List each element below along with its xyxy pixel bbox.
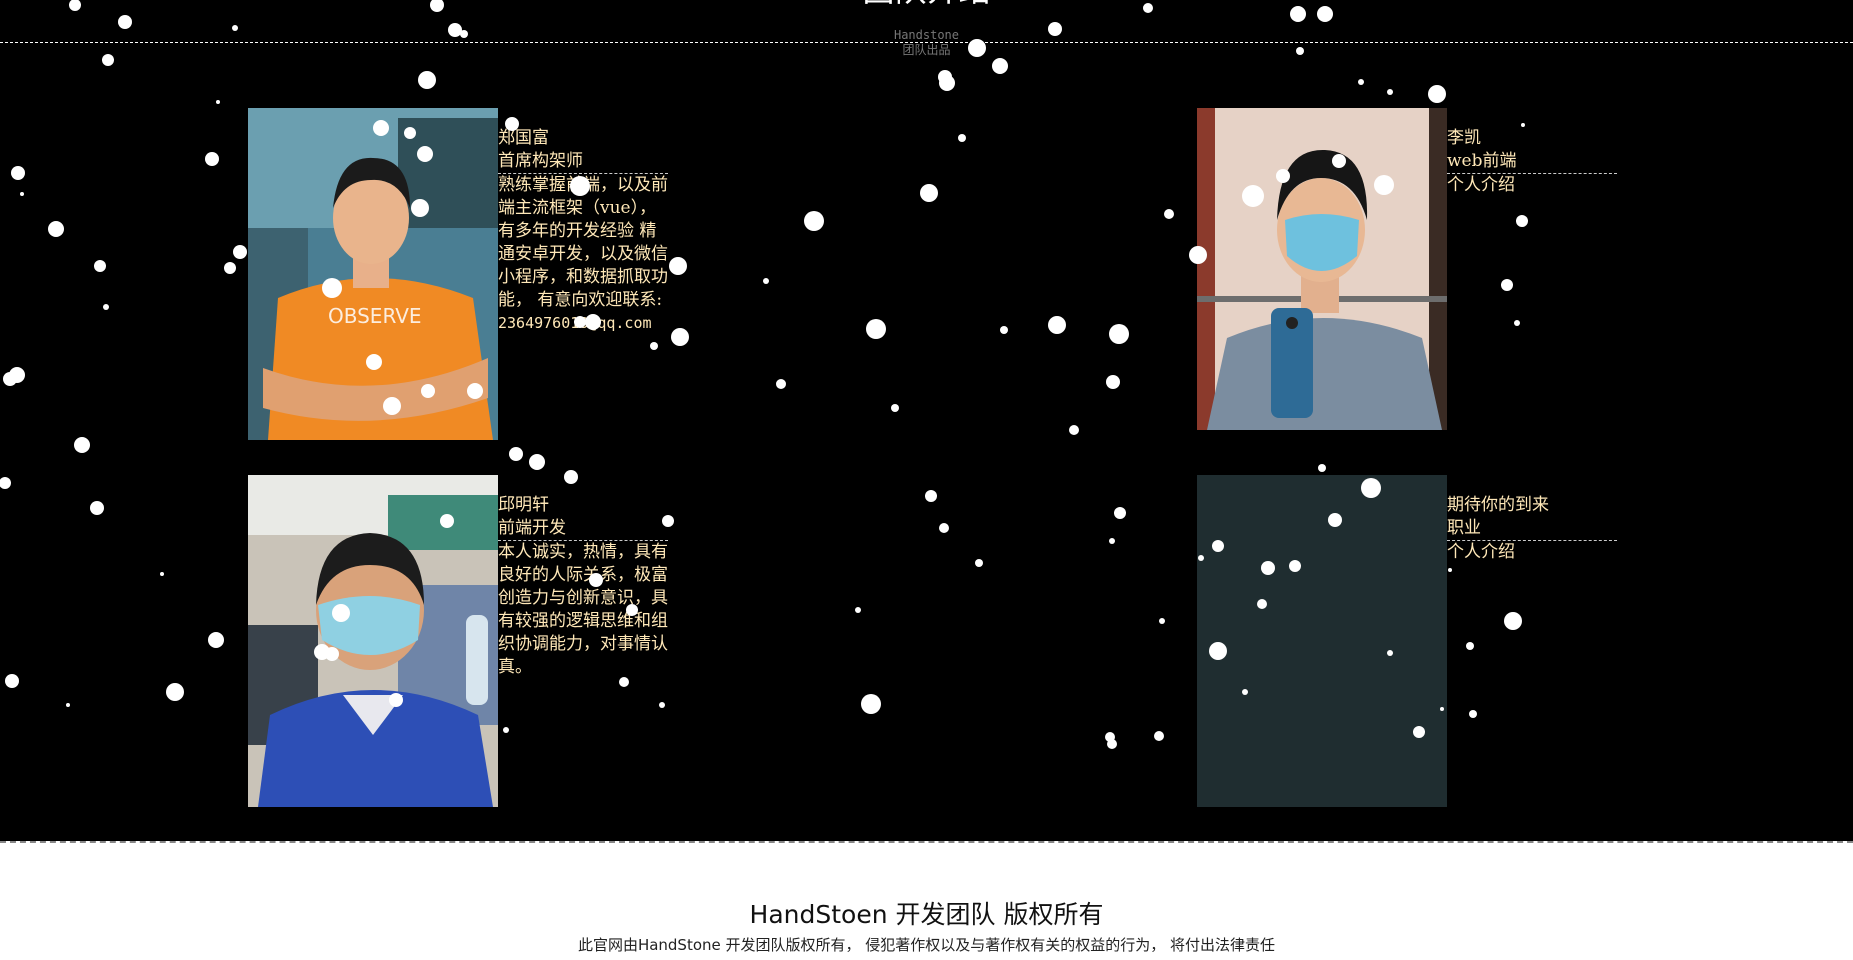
svg-text:OBSERVE: OBSERVE — [328, 304, 422, 328]
header-divider — [0, 42, 1853, 43]
member-photo-li — [1197, 108, 1447, 430]
member-name: 期待你的到来 — [1447, 495, 1549, 515]
person-photo-orange-shirt: OBSERVE — [248, 108, 498, 440]
member-desc: 个人介绍 — [1447, 175, 1515, 195]
header-subtitle-cn: 团队出品 — [902, 43, 951, 57]
member-role: 前端开发 — [498, 517, 668, 541]
member-info-qiu: 邱明轩 前端开发 本人诚实，热情，具有良好的人际关系，极富创造力与创新意识，具有… — [498, 494, 668, 679]
header-subtitle-en: Handstone — [893, 28, 960, 42]
member-info-open-position: 期待你的到来 职业 个人介绍 — [1447, 494, 1617, 564]
person-photo-mirror-selfie — [1197, 108, 1447, 430]
footer: HandStoen 开发团队 版权所有 此官网由HandStone 开发团队版权… — [0, 841, 1853, 960]
member-name: 李凯 — [1447, 128, 1481, 148]
member-role: 首席构架师 — [498, 150, 668, 174]
footer-copyright-note: 此官网由HandStone 开发团队版权所有， 侵犯著作权以及与著作权有关的权益… — [577, 936, 1276, 954]
member-info-li: 李凯 web前端 个人介绍 — [1447, 127, 1617, 197]
footer-title: HandStoen 开发团队 版权所有 — [749, 900, 1104, 929]
member-role: web前端 — [1447, 150, 1617, 174]
member-role: 职业 — [1447, 517, 1617, 541]
page-title: 团队介绍 — [0, 0, 1853, 10]
member-name: 郑国富 — [498, 128, 549, 148]
member-info-zheng: 郑国富 首席构架师 熟练掌握前端，以及前端主流框架（vue），有多年的开发经验 … — [498, 127, 668, 335]
member-email: 2364976018@qq.com — [498, 314, 652, 332]
header-subtitle: Handstone 团队出品 — [0, 28, 1853, 58]
member-name: 邱明轩 — [498, 495, 549, 515]
team-page: 团队介绍 Handstone 团队出品 OBSERVE 郑国富 首席构架师 熟练 — [0, 0, 1853, 960]
person-photo-blue-shirt — [248, 475, 498, 807]
member-desc: 本人诚实，热情，具有良好的人际关系，极富创造力与创新意识，具有较强的逻辑思维和组… — [498, 542, 668, 677]
member-photo-zheng: OBSERVE — [248, 108, 498, 440]
member-desc: 个人介绍 — [1447, 542, 1515, 562]
member-photo-placeholder — [1197, 475, 1447, 807]
member-photo-qiu — [248, 475, 498, 807]
member-desc: 熟练掌握前端，以及前端主流框架（vue），有多年的开发经验 精通安卓开发，以及微… — [498, 175, 668, 310]
